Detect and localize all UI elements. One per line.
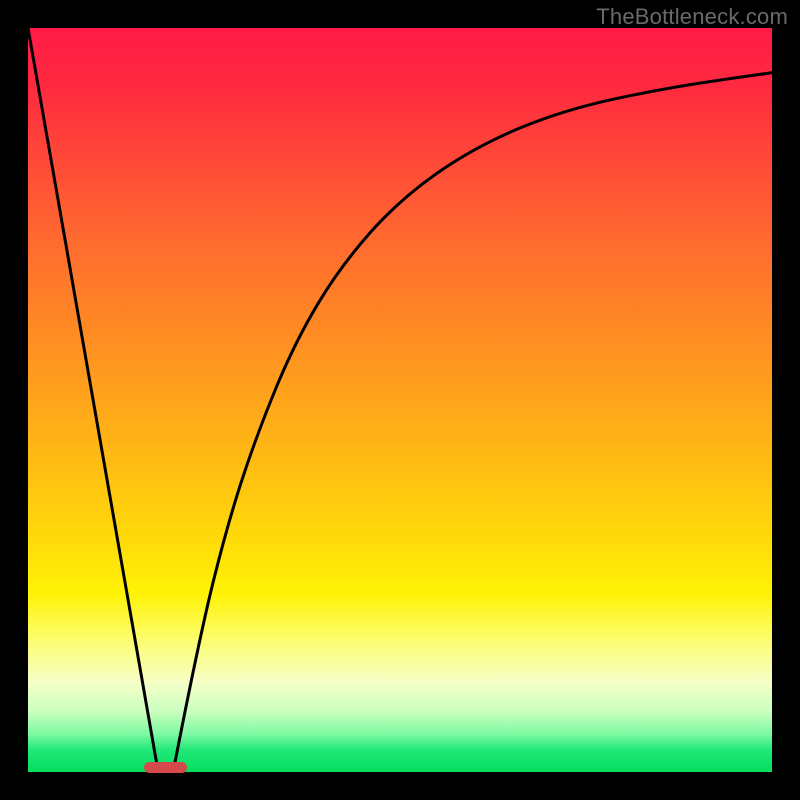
chart-curves <box>28 28 772 772</box>
left-branch-line <box>28 28 158 772</box>
right-branch-line <box>173 73 772 772</box>
chart-stage: TheBottleneck.com <box>0 0 800 800</box>
plot-area <box>28 28 772 772</box>
watermark-text: TheBottleneck.com <box>596 4 788 30</box>
bottleneck-marker <box>144 762 187 774</box>
